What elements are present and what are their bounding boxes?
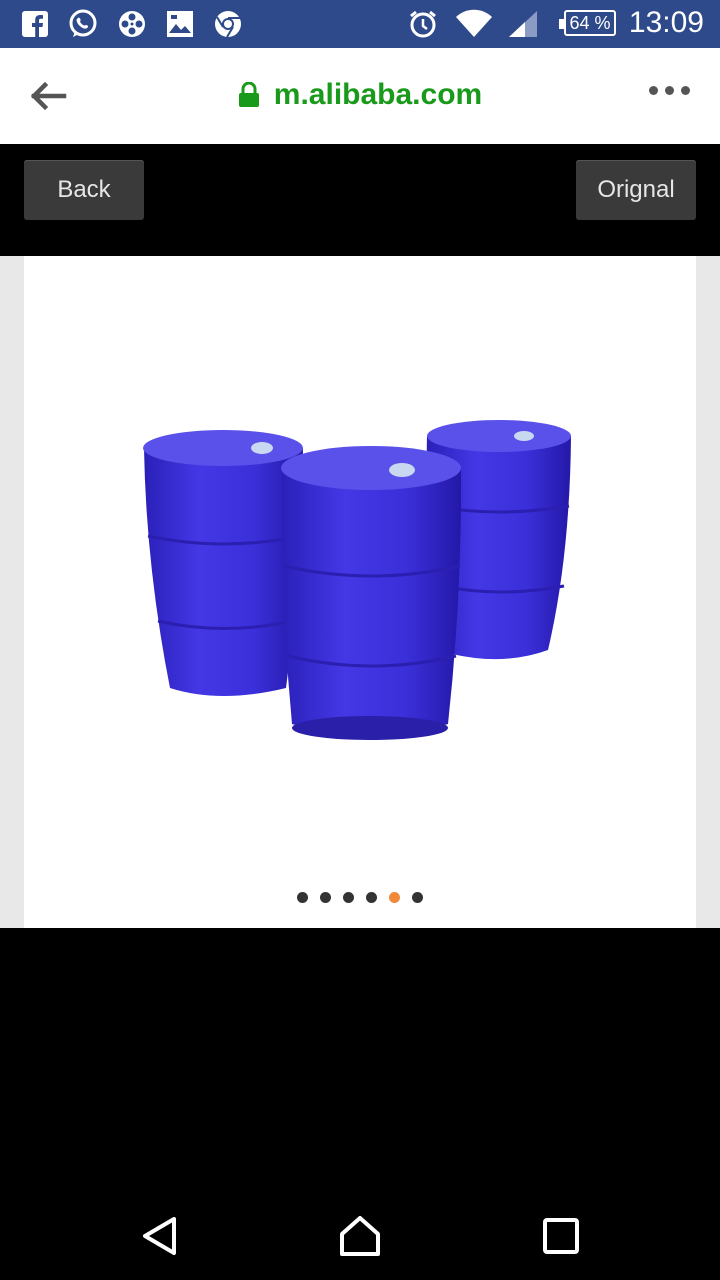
carousel-dot-active[interactable] [389, 892, 400, 903]
url-text: m.alibaba.com [273, 78, 483, 111]
image-viewer-header: Back Orignal [0, 144, 720, 256]
whatsapp-icon [66, 8, 100, 40]
facebook-icon [20, 8, 50, 40]
carousel-dot[interactable] [343, 892, 354, 903]
film-reel-icon [116, 8, 148, 40]
lock-icon [238, 82, 259, 107]
overflow-menu-icon[interactable] [649, 86, 690, 95]
clock: 13:09 [628, 6, 704, 39]
recents-icon[interactable] [542, 1217, 580, 1255]
carousel-indicators [24, 892, 696, 903]
home-icon[interactable] [338, 1214, 382, 1258]
back-triangle-icon[interactable] [140, 1216, 180, 1256]
image-viewer [0, 256, 720, 928]
status-bar: 64 % 13:09 [0, 0, 720, 48]
product-image [143, 420, 571, 740]
back-button[interactable]: Back [24, 160, 144, 220]
carousel-dot[interactable] [297, 892, 308, 903]
carousel-dot[interactable] [412, 892, 423, 903]
drum-center [281, 446, 462, 740]
carousel-dot[interactable] [320, 892, 331, 903]
wifi-icon [454, 8, 494, 40]
address-bar[interactable]: m.alibaba.com [0, 78, 720, 116]
image-card[interactable] [24, 256, 696, 928]
navigation-bar [0, 1184, 720, 1280]
browser-toolbar: m.alibaba.com [0, 48, 720, 144]
original-button[interactable]: Orignal [576, 160, 696, 220]
battery-level: 64 % [569, 12, 611, 33]
alarm-icon [406, 8, 440, 40]
drum-left [143, 430, 303, 696]
chrome-icon [212, 8, 244, 40]
gallery-icon [164, 8, 196, 40]
battery-icon: 64 % [559, 10, 616, 36]
signal-icon [506, 8, 540, 40]
carousel-dot[interactable] [366, 892, 377, 903]
